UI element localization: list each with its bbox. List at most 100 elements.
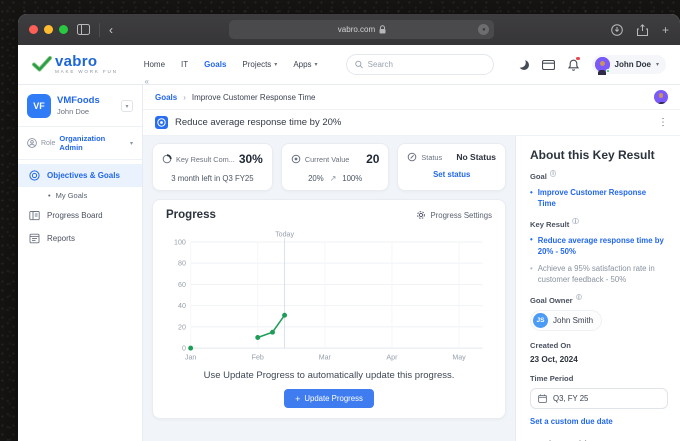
info-icon: i — [550, 170, 557, 177]
minimize-window-button[interactable] — [44, 25, 53, 34]
search-input[interactable] — [368, 60, 485, 69]
wallet-icon[interactable] — [542, 60, 555, 70]
card-label: Key Result Com... — [176, 155, 235, 164]
time-period-input[interactable]: Q3, FY 25 — [530, 388, 668, 409]
key-result-icon — [155, 116, 168, 129]
sidebar-item-progress-board[interactable]: Progress Board — [18, 204, 142, 227]
sidebar-item-my-goals[interactable]: • My Goals — [18, 187, 142, 204]
owner-name: John Smith — [553, 316, 593, 325]
key-result-link-item[interactable]: • Reduce average response time by 20% - … — [530, 235, 666, 258]
donut-chart-icon — [162, 154, 172, 164]
nav-apps[interactable]: Apps▾ — [293, 60, 317, 69]
share-icon[interactable] — [637, 24, 648, 36]
notification-badge — [576, 57, 580, 61]
breadcrumb-goals-link[interactable]: Goals — [155, 93, 177, 102]
role-value: Organization Admin — [59, 134, 126, 152]
sidebar-item-label: My Goals — [56, 191, 88, 200]
key-result-muted-item: • Achieve a 95% satisfaction rate in cus… — [530, 263, 666, 286]
header-actions: John Doe ▾ — [519, 55, 666, 74]
svg-text:Today: Today — [275, 230, 294, 238]
dark-mode-icon[interactable] — [519, 60, 529, 70]
address-bar-container: vabro.com ● — [122, 20, 602, 39]
more-options-icon[interactable]: ⋮ — [658, 117, 668, 128]
logo-wordmark: vabro — [55, 54, 118, 69]
svg-text:Mar: Mar — [319, 353, 332, 361]
completion-subtext: 3 month left in Q3 FY25 — [162, 174, 263, 183]
sidebar-item-objectives-goals[interactable]: Objectives & Goals — [18, 164, 142, 187]
current-value: 20 — [366, 152, 379, 166]
bullet-icon: • — [48, 191, 51, 200]
chevron-right-icon: › — [183, 93, 186, 102]
range-from: 20% — [308, 174, 324, 183]
main-nav: Home IT Goals Projects▾ Apps▾ — [144, 60, 318, 69]
progress-settings-button[interactable]: Progress Settings — [416, 210, 492, 220]
vabro-logo[interactable]: vabro MAKE WORK FUN — [32, 54, 118, 75]
arrow-up-right-icon: ↗ — [330, 174, 337, 183]
downloads-icon[interactable] — [611, 24, 623, 36]
chrome-actions: + — [611, 23, 669, 37]
key-result-title: Reduce average response time by 20% — [175, 117, 341, 128]
sidebar-item-label: Progress Board — [47, 211, 103, 220]
completion-card: Key Result Com... 30% 3 month left in Q3… — [152, 143, 273, 191]
report-icon — [29, 233, 40, 244]
sidebar-item-label: Objectives & Goals — [47, 171, 120, 180]
zoom-window-button[interactable] — [59, 25, 68, 34]
svg-text:May: May — [452, 353, 466, 361]
back-button[interactable]: ‹ — [109, 24, 113, 36]
org-avatar: VF — [27, 94, 51, 118]
progress-note: Use Update Progress to automatically upd… — [166, 370, 492, 381]
search-icon — [355, 60, 363, 69]
edit-status-icon — [407, 152, 417, 162]
set-status-link[interactable]: Set status — [407, 170, 496, 179]
notifications-icon[interactable] — [568, 59, 579, 71]
info-icon: i — [572, 218, 579, 225]
global-search[interactable] — [346, 54, 494, 75]
role-label: Role — [41, 140, 55, 147]
nav-home[interactable]: Home — [144, 60, 165, 69]
left-sidebar: « VF VMFoods John Doe ▾ Role Organizatio… — [18, 85, 143, 441]
created-on-value: 23 Oct, 2024 — [530, 355, 666, 364]
person-icon — [27, 138, 37, 148]
update-progress-button[interactable]: + Update Progress — [284, 389, 374, 408]
address-bar[interactable]: vabro.com ● — [229, 20, 494, 39]
svg-text:100: 100 — [174, 238, 186, 246]
gear-icon — [416, 210, 426, 220]
browser-window: ‹ vabro.com ● + vabro — [18, 14, 680, 441]
svg-text:Apr: Apr — [386, 353, 398, 361]
sidebar-item-label: Reports — [47, 234, 75, 243]
card-label: Status — [421, 153, 442, 162]
progress-title: Progress — [166, 209, 216, 221]
chevron-down-icon[interactable]: ▾ — [121, 100, 133, 112]
goal-owner-chip[interactable]: JS John Smith — [530, 310, 602, 331]
nav-goals[interactable]: Goals — [204, 60, 226, 69]
extension-icon[interactable]: ● — [478, 24, 489, 35]
nav-projects[interactable]: Projects▾ — [242, 60, 277, 69]
org-switcher[interactable]: VF VMFoods John Doe ▾ — [18, 85, 142, 126]
role-selector[interactable]: Role Organization Admin ▾ — [18, 127, 142, 159]
sidebar-toggle-icon[interactable] — [77, 24, 90, 35]
nav-it[interactable]: IT — [181, 60, 188, 69]
desktop-background: { "browser": { "url": "vabro.com" }, "ic… — [0, 0, 680, 441]
svg-text:80: 80 — [178, 260, 186, 268]
new-tab-icon[interactable]: + — [662, 23, 669, 37]
time-period-label: Time Period — [530, 374, 666, 383]
calendar-icon — [538, 394, 547, 403]
sidebar-item-reports[interactable]: Reports — [18, 227, 142, 250]
custom-due-date-link[interactable]: Set a custom due date — [530, 417, 666, 426]
user-menu[interactable]: John Doe ▾ — [592, 55, 666, 74]
svg-text:20: 20 — [178, 323, 186, 331]
status-value: No Status — [456, 152, 496, 162]
chrome-divider — [99, 23, 100, 37]
close-window-button[interactable] — [29, 25, 38, 34]
completion-value: 30% — [239, 152, 263, 166]
goal-owner-label: Goal Owneri — [530, 296, 666, 305]
bullet-icon: • — [530, 187, 533, 210]
assignee-avatar[interactable] — [654, 90, 668, 104]
created-on-label: Created On — [530, 341, 666, 350]
target-icon — [291, 154, 301, 164]
progress-card: Progress Progress Settings 020406080100J… — [152, 199, 506, 419]
user-name: John Doe — [615, 60, 651, 69]
goal-link-item[interactable]: • Improve Customer Response Time — [530, 187, 666, 210]
card-label: Current Value — [305, 155, 349, 164]
owner-avatar: JS — [533, 313, 548, 328]
